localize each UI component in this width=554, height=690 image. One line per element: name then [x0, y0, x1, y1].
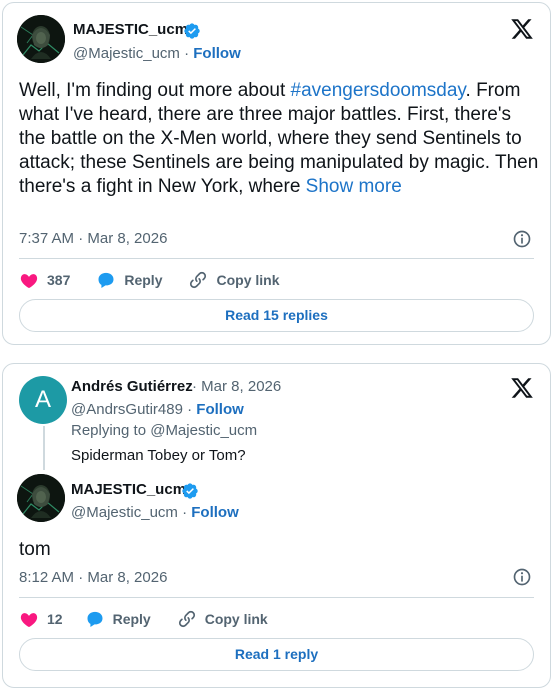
x-logo-icon[interactable] — [510, 376, 534, 400]
reply-date-line: · Mar 8, 2026 — [192, 378, 281, 395]
reply-label: Reply — [124, 272, 163, 288]
follow-button[interactable]: Follow — [191, 504, 239, 521]
copy-link-button[interactable]: Copy link — [188, 270, 280, 290]
divider — [19, 597, 534, 598]
reply-label: Reply — [112, 611, 151, 627]
reply-handle-line: @AndrsGutir489 · Follow — [71, 401, 244, 418]
reply-author-name[interactable]: Andrés Gutiérrez — [71, 378, 193, 395]
answer-author-handle[interactable]: @Majestic_ucm — [71, 504, 178, 521]
copy-link-label: Copy link — [204, 611, 268, 627]
post-timestamp[interactable]: 7:37 AM · Mar 8, 2026 — [19, 230, 167, 247]
answer-author-avatar[interactable] — [17, 474, 65, 522]
reply-button[interactable]: Reply — [85, 609, 151, 629]
link-icon — [178, 610, 195, 628]
reply-bubble-icon — [87, 611, 103, 627]
like-button[interactable]: 12 — [19, 609, 63, 629]
reply-bubble-icon — [98, 272, 114, 288]
separator-dot: · — [192, 378, 202, 395]
reply-author-handle[interactable]: @AndrsGutir489 — [71, 401, 183, 418]
replying-to-text[interactable]: Replying to @Majestic_ucm — [71, 422, 257, 439]
copy-link-label: Copy link — [216, 272, 280, 288]
like-count: 12 — [47, 611, 63, 627]
separator-dot: · — [182, 504, 192, 521]
info-icon[interactable] — [512, 229, 532, 249]
embedded-post-card: MAJESTIC_ucm @Majestic_ucm · Follow Well… — [2, 2, 551, 345]
verified-badge-icon — [184, 23, 200, 39]
post-text-part: Well, I'm finding out more about — [19, 80, 291, 101]
divider — [19, 258, 534, 259]
reply-thread-card: A Andrés Gutiérrez · Mar 8, 2026 @AndrsG… — [2, 363, 551, 688]
answer-timestamp[interactable]: 8:12 AM · Mar 8, 2026 — [19, 569, 167, 586]
link-icon — [190, 271, 207, 289]
info-icon[interactable] — [512, 567, 532, 587]
author-name[interactable]: MAJESTIC_ucm — [73, 21, 188, 38]
post-text: Well, I'm finding out more about #avenge… — [19, 79, 539, 199]
verified-badge-icon — [182, 483, 198, 499]
action-bar: 387 Reply Copy link — [19, 268, 306, 292]
read-replies-button[interactable]: Read 15 replies — [19, 299, 534, 332]
x-logo-icon[interactable] — [510, 17, 534, 41]
reply-text: Spiderman Tobey or Tom? — [71, 447, 246, 464]
reply-date[interactable]: Mar 8, 2026 — [201, 378, 281, 395]
hashtag-link[interactable]: #avengersdoomsday — [291, 80, 466, 101]
reply-button[interactable]: Reply — [96, 270, 162, 290]
author-handle-line: @Majestic_ucm · Follow — [73, 45, 241, 62]
separator-dot: · — [184, 45, 194, 62]
action-bar: 12 Reply Copy link — [19, 607, 294, 631]
heart-icon — [20, 274, 38, 289]
author-avatar[interactable] — [17, 15, 65, 63]
like-count: 387 — [47, 272, 71, 288]
thread-connector-line — [43, 426, 45, 470]
reply-author-avatar[interactable]: A — [19, 376, 67, 424]
answer-text: tom — [19, 539, 51, 560]
separator-dot: · — [187, 401, 197, 418]
read-replies-button[interactable]: Read 1 reply — [19, 638, 534, 671]
like-button[interactable]: 387 — [19, 270, 70, 290]
answer-handle-line: @Majestic_ucm · Follow — [71, 504, 239, 521]
copy-link-button[interactable]: Copy link — [177, 609, 268, 629]
follow-button[interactable]: Follow — [193, 45, 241, 62]
heart-icon — [20, 613, 38, 628]
follow-button[interactable]: Follow — [196, 401, 244, 418]
answer-author-name[interactable]: MAJESTIC_ucm — [71, 481, 186, 498]
author-handle[interactable]: @Majestic_ucm — [73, 45, 180, 62]
show-more-link[interactable]: Show more — [306, 176, 402, 197]
